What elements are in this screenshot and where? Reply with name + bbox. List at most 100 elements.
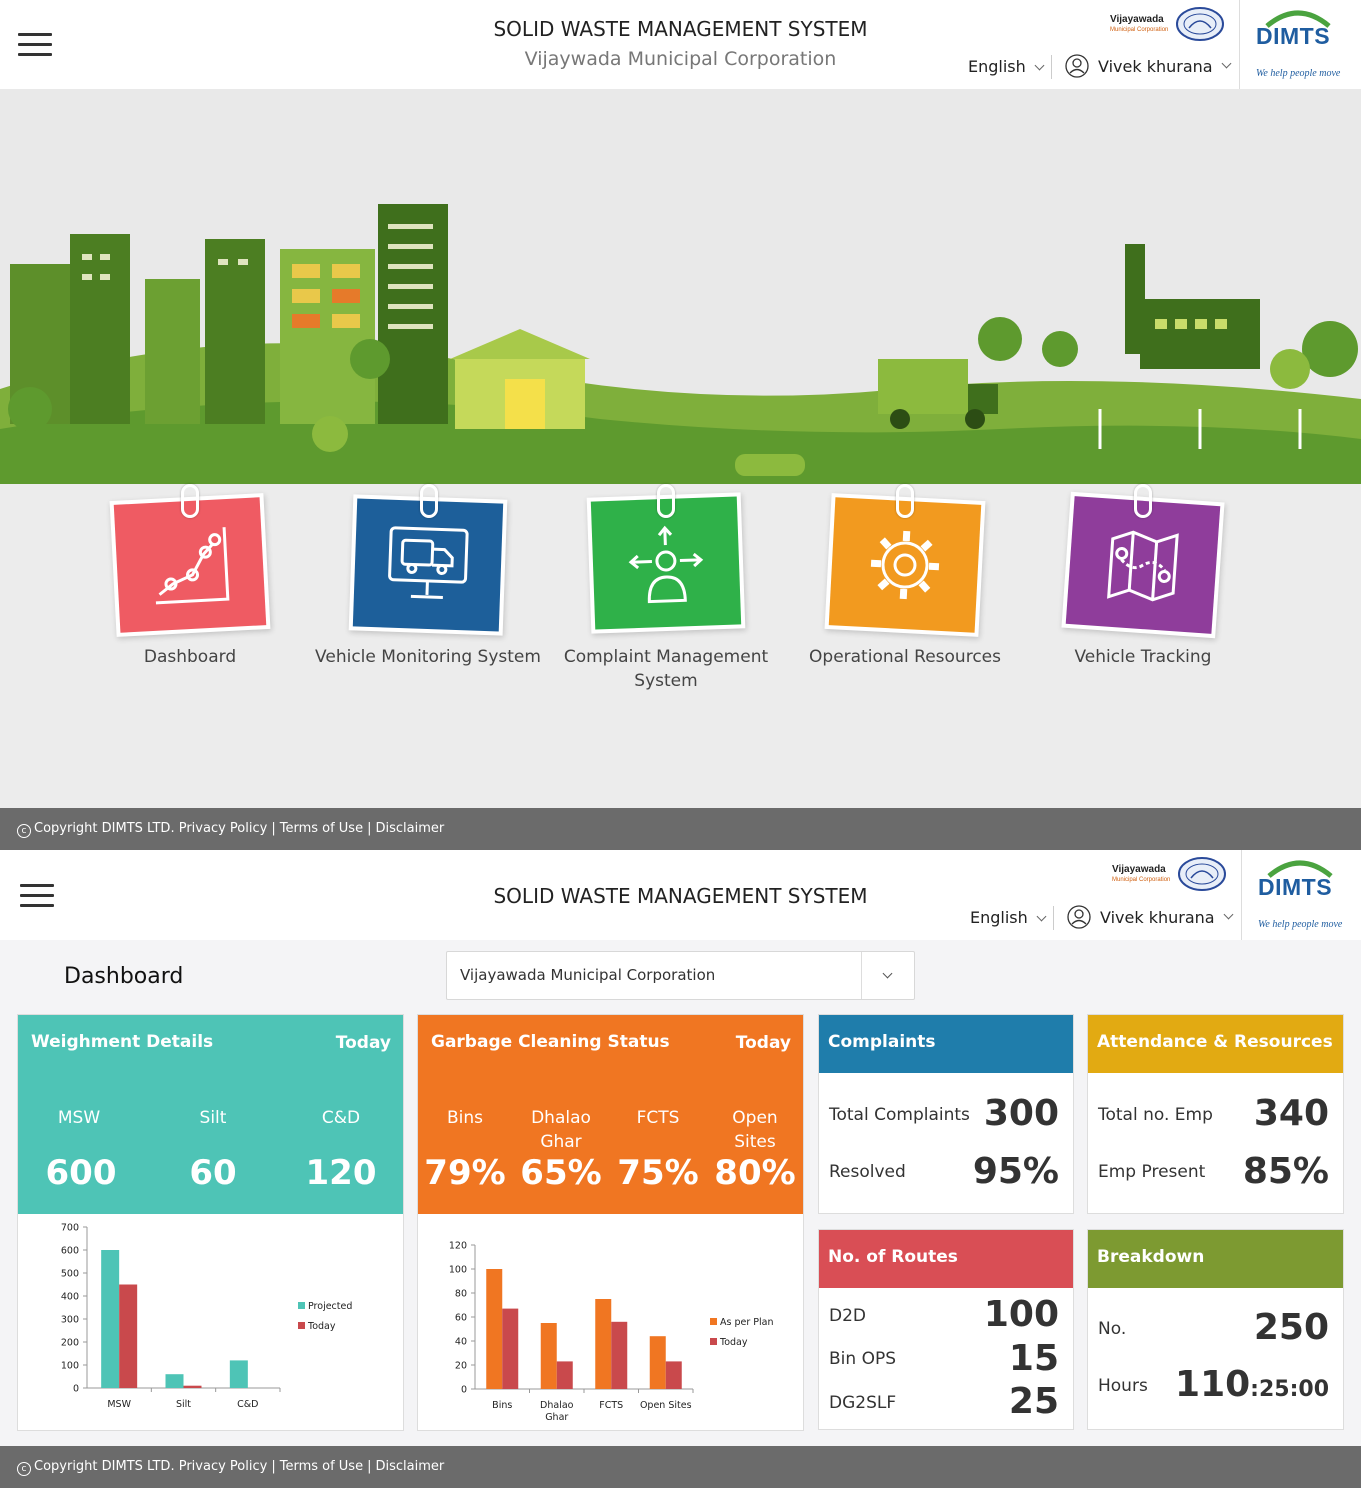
privacy-policy-link[interactable]: Privacy Policy bbox=[179, 1459, 268, 1474]
y-tick-label: 300 bbox=[61, 1315, 79, 1326]
vmc-logo-name: Vijayawada bbox=[1110, 14, 1164, 25]
chevron-down-icon bbox=[1221, 58, 1232, 68]
dimts-wordmark: DIMTS bbox=[1258, 874, 1333, 900]
vmc-logo: Vijayawada Municipal Corporation bbox=[1110, 6, 1225, 46]
dimts-tagline: We help people move bbox=[1258, 919, 1343, 930]
y-tick-label: 20 bbox=[455, 1361, 467, 1372]
attendance-header: Attendance & Resources bbox=[1088, 1015, 1343, 1073]
disclaimer-link[interactable]: Disclaimer bbox=[375, 821, 444, 836]
header-divider bbox=[1051, 55, 1052, 79]
x-tick-label: Dhalao bbox=[540, 1400, 574, 1411]
terms-of-use-link[interactable]: Terms of Use bbox=[280, 1459, 363, 1474]
metric-label: Silt bbox=[199, 1108, 227, 1128]
disclaimer-link[interactable]: Disclaimer bbox=[375, 1459, 444, 1474]
bar-today bbox=[119, 1284, 138, 1388]
bar-today bbox=[183, 1385, 202, 1388]
user-icon bbox=[1067, 905, 1091, 929]
breakdown-hours-main: 110 bbox=[1175, 1364, 1251, 1405]
x-tick-label: FCTS bbox=[599, 1400, 623, 1411]
y-tick-label: 100 bbox=[61, 1361, 79, 1372]
total-emp-label: Total no. Emp bbox=[1098, 1105, 1213, 1125]
dimts-wordmark: DIMTS bbox=[1256, 23, 1331, 49]
resolved-value: 95% bbox=[972, 1151, 1059, 1192]
legend-label: Projected bbox=[308, 1301, 352, 1312]
dimts-logo: DIMTS We help people move bbox=[1239, 0, 1361, 89]
user-menu[interactable]: Vivek khurana bbox=[1067, 905, 1234, 929]
legend-swatch bbox=[710, 1338, 717, 1345]
corporation-select-value: Vijayawada Municipal Corporation bbox=[460, 966, 716, 984]
emp-present-value: 85% bbox=[1242, 1151, 1329, 1192]
user-icon bbox=[1065, 54, 1089, 78]
terms-of-use-link[interactable]: Terms of Use bbox=[280, 821, 363, 836]
bar-as-per-plan bbox=[595, 1299, 612, 1389]
weighment-period: Today bbox=[335, 1033, 391, 1053]
green-city-banner bbox=[0, 89, 1361, 484]
module-tiles: Dashboard Vehicle Monitoring System Comp… bbox=[0, 484, 1361, 804]
tile-dashboard-label: Dashboard bbox=[143, 647, 237, 667]
garbage-title: Garbage Cleaning Status bbox=[431, 1032, 670, 1052]
complaints-header: Complaints bbox=[819, 1015, 1073, 1073]
bar-today bbox=[502, 1308, 519, 1389]
language-label: English bbox=[970, 908, 1028, 927]
language-dropdown[interactable]: English bbox=[968, 57, 1045, 76]
dashboard-page: Dashboard Vijayawada Municipal Corporati… bbox=[0, 940, 1361, 1446]
breakdown-card: Breakdown No. 250 Hours 110:25:00 bbox=[1087, 1229, 1344, 1430]
corporation-select[interactable]: Vijayawada Municipal Corporation bbox=[446, 951, 915, 1000]
vmc-seal-icon bbox=[1176, 7, 1224, 41]
copyright-icon: c bbox=[17, 1462, 31, 1476]
total-complaints-value: 300 bbox=[983, 1093, 1059, 1134]
d2d-label: D2D bbox=[829, 1306, 866, 1326]
x-tick-label: Bins bbox=[492, 1400, 512, 1411]
privacy-policy-link[interactable]: Privacy Policy bbox=[179, 821, 268, 836]
x-tick-label: Silt bbox=[176, 1399, 191, 1410]
garbage-card: Garbage Cleaning Status Today Bins Dhala… bbox=[417, 1014, 804, 1431]
garbage-chart: 0 20 40 60 80 100 120 Bins DhalaoGhar FCTS Open Si… bbox=[449, 1241, 774, 1424]
vmc-logo-sub: Municipal Corporation bbox=[1110, 27, 1169, 33]
vmc-logo-sub: Municipal Corporation bbox=[1112, 877, 1171, 883]
user-name: Vivek khurana bbox=[1100, 907, 1215, 927]
metric-label: Dhalao Ghar bbox=[531, 1108, 591, 1152]
breakdown-header: Breakdown bbox=[1088, 1230, 1343, 1288]
bar-projected bbox=[229, 1360, 248, 1388]
chevron-down-icon bbox=[882, 968, 893, 979]
y-tick-label: 40 bbox=[455, 1337, 467, 1348]
vmc-logo-name: Vijayawada bbox=[1112, 864, 1166, 875]
paperclip-icon bbox=[420, 484, 438, 518]
bar-projected bbox=[165, 1374, 184, 1388]
bar-today bbox=[556, 1361, 573, 1389]
chevron-down-icon bbox=[1034, 60, 1045, 71]
tile-vehicle-tracking-label: Vehicle Tracking bbox=[1074, 647, 1212, 667]
garbage-period: Today bbox=[735, 1033, 791, 1053]
language-dropdown[interactable]: English bbox=[970, 908, 1047, 927]
dg2slf-value: 25 bbox=[1008, 1381, 1059, 1422]
paperclip-icon bbox=[1134, 484, 1152, 518]
chevron-down-icon bbox=[1223, 909, 1234, 919]
user-menu[interactable]: Vivek khurana bbox=[1065, 54, 1232, 78]
bar-projected bbox=[101, 1250, 120, 1388]
routes-header: No. of Routes bbox=[819, 1230, 1073, 1288]
dimts-tagline: We help people move bbox=[1256, 68, 1341, 79]
weighment-card: Weighment Details Today MSW Silt C&D 600… bbox=[17, 1014, 404, 1431]
y-tick-label: 100 bbox=[449, 1265, 467, 1276]
copyright-icon: c bbox=[17, 824, 31, 838]
garbage-header: Garbage Cleaning Status Today Bins Dhala… bbox=[418, 1015, 803, 1214]
breakdown-no-label: No. bbox=[1098, 1319, 1127, 1339]
d2d-value: 100 bbox=[983, 1294, 1059, 1335]
dashboard-header: SOLID WASTE MANAGEMENT SYSTEM Vijayawada… bbox=[0, 850, 1361, 940]
y-tick-label: 400 bbox=[61, 1292, 79, 1303]
weighment-chart: 0 100 200 300 400 500 600 700 MSW Silt C&D Projecte… bbox=[61, 1223, 353, 1411]
x-tick-label: C&D bbox=[237, 1399, 258, 1410]
copyright-text: Copyright DIMTS LTD. bbox=[34, 1459, 175, 1474]
bin-ops-value: 15 bbox=[1008, 1338, 1059, 1379]
attendance-title: Attendance & Resources bbox=[1097, 1032, 1333, 1052]
language-label: English bbox=[968, 57, 1026, 76]
y-tick-label: 120 bbox=[449, 1241, 467, 1252]
paperclip-icon bbox=[657, 484, 675, 518]
bar-as-per-plan bbox=[649, 1336, 666, 1389]
complaints-title: Complaints bbox=[828, 1032, 936, 1052]
resolved-label: Resolved bbox=[829, 1162, 906, 1182]
breakdown-hours-suffix: :25:00 bbox=[1250, 1377, 1329, 1402]
metric-label: Bins bbox=[446, 1108, 484, 1128]
landing-header: SOLID WASTE MANAGEMENT SYSTEM Vijaywada … bbox=[0, 0, 1361, 89]
dg2slf-label: DG2SLF bbox=[829, 1393, 897, 1413]
